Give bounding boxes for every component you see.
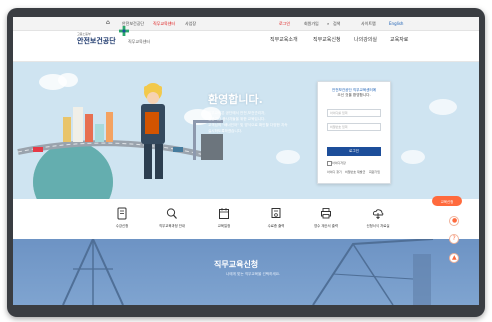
quick-certificate-label: 수료증 출력 bbox=[267, 224, 285, 228]
util-link-training-center[interactable]: 직무교육센터 bbox=[153, 21, 175, 27]
quick-course-guide[interactable]: 직무교육과정 안내 bbox=[152, 207, 192, 228]
floating-chat-button[interactable]: ● bbox=[449, 216, 459, 226]
hero-desc-line-3: 고객님의 "배너인어" 및 방식으로 확인할 다양한 지속 bbox=[208, 123, 288, 127]
floating-apply-button[interactable]: 교육신청 bbox=[432, 196, 462, 206]
banner-title: 직무교육신청 bbox=[214, 260, 259, 269]
menu-apply[interactable]: 직무교육신청 bbox=[313, 36, 341, 43]
login-panel: 안전보건공단 직무교육센터에 오신 것을 환영합니다. 아이디를 입력 비밀번호… bbox=[317, 81, 391, 184]
brand-name[interactable]: 안전보건공단 bbox=[77, 36, 116, 46]
find-id-link[interactable]: 아이디 찾기 bbox=[327, 170, 342, 174]
quick-forms-label: 신청서식 자료실 bbox=[366, 224, 390, 228]
signup-link[interactable]: 회원가입 bbox=[369, 170, 380, 174]
phone-doc-icon bbox=[117, 207, 127, 220]
hero-desc-line-2: 전문기관 종사자들을 위한 교육입니다. bbox=[208, 117, 266, 121]
util-link-login[interactable]: 로그인 bbox=[279, 21, 290, 27]
util-link-join[interactable]: 회원가입 bbox=[304, 21, 319, 27]
util-link-workplace[interactable]: 사업장 bbox=[185, 21, 196, 27]
page-background: ⌂ 안전보건공단 직무교육센터 사업장 로그인 회원가입 ⌕ 검색 사이트맵 E… bbox=[0, 0, 492, 322]
quick-schedule[interactable]: 교육일정 bbox=[204, 207, 244, 228]
menu-materials[interactable]: 교육자료 bbox=[390, 36, 408, 43]
login-subtitle: 오신 것을 환영합니다. bbox=[337, 93, 371, 97]
floating-apply-label: 교육신청 bbox=[440, 200, 454, 204]
calendar-icon bbox=[219, 208, 229, 219]
quick-course-guide-label: 직무교육과정 안내 bbox=[158, 224, 186, 228]
login-id-input[interactable]: 아이디를 입력 bbox=[327, 109, 381, 117]
login-button[interactable]: 로그인 bbox=[327, 147, 381, 156]
magnifier-icon bbox=[166, 208, 177, 219]
quick-apply-label: 수강신청 bbox=[115, 224, 129, 228]
arrow-up-icon: ▲ bbox=[452, 254, 457, 261]
chat-icon: ● bbox=[452, 217, 458, 224]
certificate-icon bbox=[271, 208, 281, 218]
util-link-english[interactable]: English bbox=[389, 21, 403, 26]
hero-desc-line-4: 실시하도록하겠습니다. bbox=[208, 129, 243, 133]
quick-apply[interactable]: 수강신청 bbox=[102, 207, 142, 228]
quick-receipt[interactable]: 영수 계산서 출력 bbox=[306, 207, 346, 228]
hero-welcome-title: 환영합니다. bbox=[208, 93, 263, 106]
quick-schedule-label: 교육일정 bbox=[217, 224, 231, 228]
banner-subtitle: 나에게 맞는 직무교육을 선택하세요. bbox=[226, 272, 281, 276]
search-icon[interactable]: ⌕ bbox=[327, 21, 329, 26]
quick-forms[interactable]: 신청서식 자료실 bbox=[358, 207, 398, 228]
quick-menu-bar bbox=[13, 199, 479, 239]
quick-certificate[interactable]: 수료증 출력 bbox=[256, 207, 296, 228]
util-link-sitemap[interactable]: 사이트맵 bbox=[361, 21, 376, 27]
brand-sub: 직무교육센터 bbox=[128, 39, 151, 44]
quick-receipt-label: 영수 계산서 출력 bbox=[314, 224, 338, 228]
remember-id-label: 아이디저장 bbox=[332, 160, 346, 165]
utility-bar: ⌂ 안전보건공단 직무교육센터 사업장 로그인 회원가입 ⌕ 검색 사이트맵 E… bbox=[13, 17, 479, 31]
hero-desc-line-1: 직무교육은 공단에서 안전,보건관리자, bbox=[208, 111, 266, 115]
help-icon: ? bbox=[452, 235, 456, 242]
hero-section bbox=[13, 62, 479, 199]
login-password-input[interactable]: 비밀번호 입력 bbox=[327, 123, 381, 131]
kosha-cross-logo-icon bbox=[119, 26, 129, 36]
cloud-download-icon bbox=[372, 209, 384, 220]
menu-about[interactable]: 직무교육소개 bbox=[270, 36, 298, 43]
reset-password-link[interactable]: 비밀번호 재발급 bbox=[345, 170, 365, 174]
floating-top-button[interactable]: ▲ bbox=[449, 253, 459, 263]
printer-icon bbox=[321, 208, 331, 219]
floating-help-button[interactable]: ? bbox=[449, 234, 459, 244]
home-icon[interactable]: ⌂ bbox=[106, 19, 110, 26]
hero-illustration bbox=[17, 73, 457, 199]
menu-classroom[interactable]: 나의강의실 bbox=[354, 36, 377, 43]
util-link-search[interactable]: 검색 bbox=[333, 21, 340, 27]
